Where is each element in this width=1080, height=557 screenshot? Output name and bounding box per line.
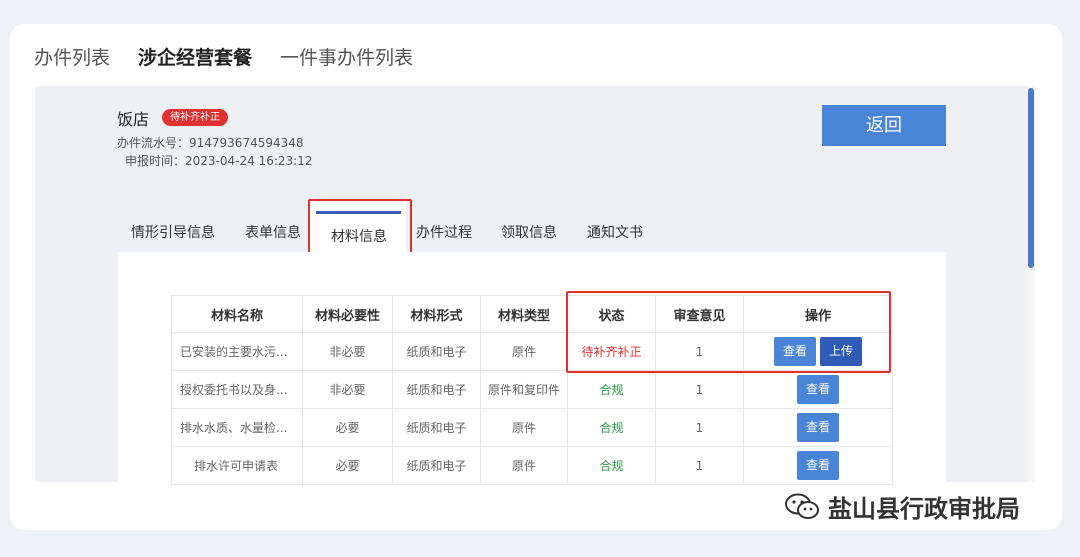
view-button[interactable]: 查看 bbox=[796, 451, 839, 480]
header-form: 材料形式 bbox=[392, 295, 481, 333]
tab-notice-docs[interactable]: 通知文书 bbox=[587, 222, 643, 242]
serial-number: 办件流水号：914793674594348 bbox=[117, 136, 304, 150]
cell-form: 纸质和电子 bbox=[392, 370, 481, 409]
wechat-icon bbox=[784, 492, 820, 522]
submit-time: 申报时间：2023-04-24 16:23:12 bbox=[125, 154, 313, 168]
cell-type: 原件 bbox=[480, 446, 568, 485]
cell-necessity: 必要 bbox=[302, 408, 393, 447]
cell-status: 合规 bbox=[567, 446, 656, 485]
cell-form: 纸质和电子 bbox=[392, 446, 481, 485]
cell-actions: 查看 bbox=[743, 408, 893, 447]
cell-opinion: 1 bbox=[655, 370, 744, 409]
watermark: 盐山县行政审批局 bbox=[784, 489, 1020, 524]
tab-form-info[interactable]: 表单信息 bbox=[245, 222, 301, 242]
cell-necessity: 必要 bbox=[302, 446, 393, 485]
top-tabs: 办件列表 涉企经营套餐 一件事办件列表 bbox=[34, 43, 413, 70]
cell-opinion: 1 bbox=[655, 446, 744, 485]
cell-necessity: 非必要 bbox=[302, 332, 393, 371]
cell-status: 合规 bbox=[567, 370, 656, 409]
scrollbar-thumb[interactable] bbox=[1028, 88, 1034, 268]
tab-scenario-info[interactable]: 情形引导信息 bbox=[131, 222, 215, 242]
watermark-text: 盐山县行政审批局 bbox=[828, 495, 1020, 523]
cell-status: 合规 bbox=[567, 408, 656, 447]
cell-form: 纸质和电子 bbox=[392, 408, 481, 447]
cell-necessity: 非必要 bbox=[302, 370, 393, 409]
cell-material-name: 排水许可申请表 bbox=[171, 446, 303, 485]
table-row: 排水水质、水量检... 必要 纸质和电子 原件 合规 1 查看 bbox=[171, 408, 893, 447]
cell-form: 纸质和电子 bbox=[392, 332, 481, 371]
tab-business-package[interactable]: 涉企经营套餐 bbox=[138, 43, 252, 70]
cell-actions: 查看 bbox=[743, 446, 893, 485]
header-type: 材料类型 bbox=[480, 295, 568, 333]
table-row: 排水许可申请表 必要 纸质和电子 原件 合规 1 查看 bbox=[171, 446, 893, 485]
highlight-frame-status-actions bbox=[566, 291, 891, 373]
cell-type: 原件 bbox=[480, 408, 568, 447]
cell-actions: 查看 bbox=[743, 370, 893, 409]
cell-type: 原件 bbox=[480, 332, 568, 371]
cell-material-name: 已安装的主要水污... bbox=[171, 332, 303, 371]
table-row: 授权委托书以及身... 非必要 纸质和电子 原件和复印件 合规 1 查看 bbox=[171, 370, 893, 409]
back-button[interactable]: 返回 bbox=[822, 105, 946, 146]
view-button[interactable]: 查看 bbox=[796, 413, 839, 442]
cell-type: 原件和复印件 bbox=[480, 370, 568, 409]
record-name: 饭店 bbox=[117, 110, 150, 129]
view-button[interactable]: 查看 bbox=[796, 375, 839, 404]
cell-material-name: 排水水质、水量检... bbox=[171, 408, 303, 447]
cell-material-name: 授权委托书以及身... bbox=[171, 370, 303, 409]
header-material-name: 材料名称 bbox=[171, 295, 303, 333]
tab-case-list[interactable]: 办件列表 bbox=[34, 43, 110, 70]
status-badge: 待补齐补正 bbox=[162, 109, 228, 126]
tab-pickup-info[interactable]: 领取信息 bbox=[501, 222, 557, 242]
header-necessity: 材料必要性 bbox=[302, 295, 393, 333]
cell-opinion: 1 bbox=[655, 408, 744, 447]
tab-process[interactable]: 办件过程 bbox=[416, 222, 472, 242]
tab-one-thing-list[interactable]: 一件事办件列表 bbox=[280, 43, 413, 70]
